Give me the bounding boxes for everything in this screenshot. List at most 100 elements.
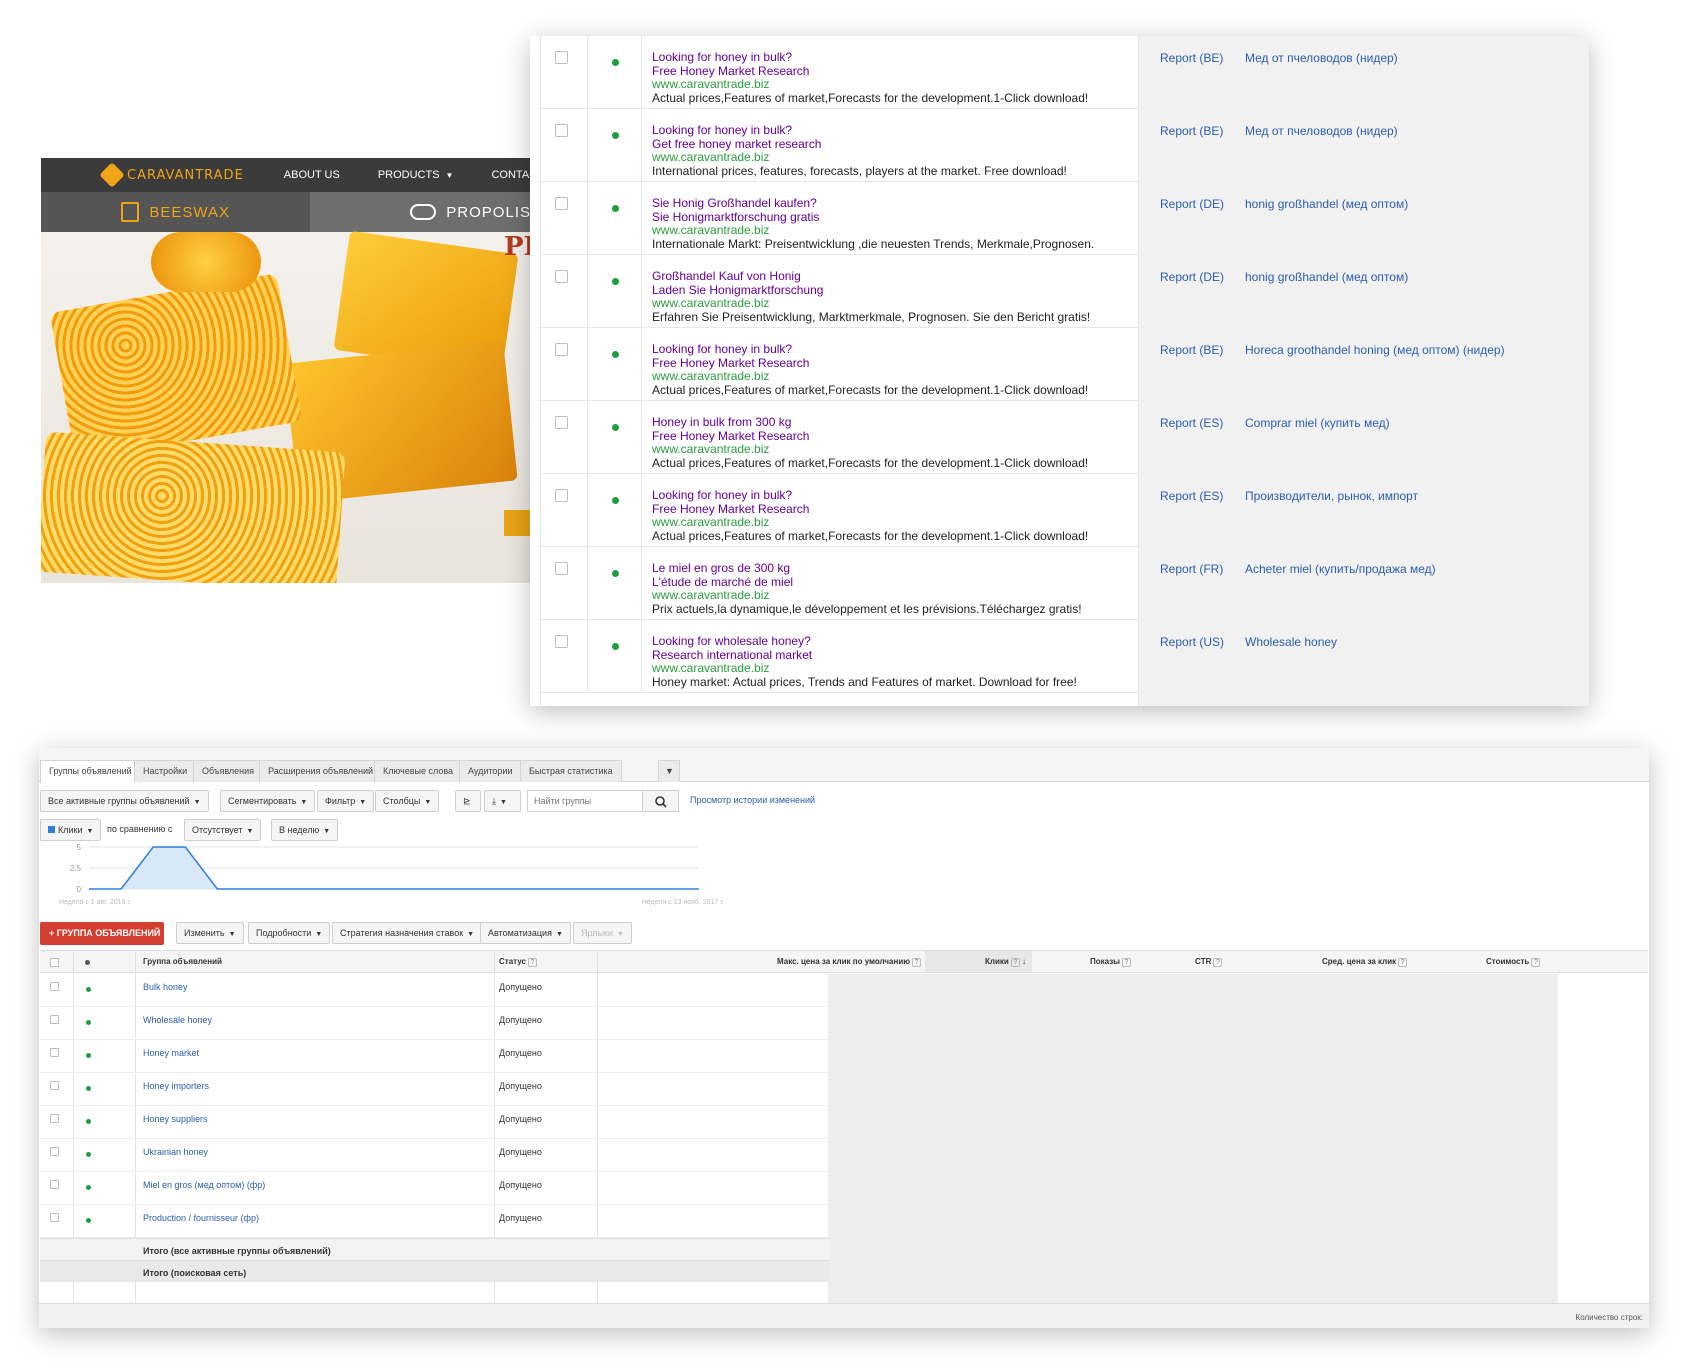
- campaign-link[interactable]: Report (ES): [1160, 416, 1223, 430]
- tab-keywords[interactable]: Ключевые слова: [374, 760, 463, 782]
- nav-contact[interactable]: CONTACT: [491, 169, 531, 181]
- category-beeswax[interactable]: BEESWAX: [41, 192, 311, 232]
- ad-group-link[interactable]: Honey importers: [143, 1081, 209, 1091]
- col-header-max-cpc[interactable]: Макс. цена за клик по умолчанию?: [777, 957, 922, 967]
- ad-preview[interactable]: Sie Honig Großhandel kaufen? Sie Honigmar…: [652, 196, 1094, 252]
- campaign-link[interactable]: Report (DE): [1160, 270, 1224, 284]
- ad-group-link[interactable]: Мед от пчеловодов (нидер): [1245, 51, 1398, 65]
- ad-preview[interactable]: Looking for honey in bulk? Free Honey Mar…: [652, 488, 1088, 544]
- row-checkbox[interactable]: [555, 635, 568, 648]
- row-checkbox[interactable]: [555, 124, 568, 137]
- ad-preview[interactable]: Le miel en gros de 300 kg L'étude de marc…: [652, 561, 1082, 617]
- ad-group-link[interactable]: Acheter miel (купить/продажа мед): [1245, 562, 1436, 576]
- ad-group-link[interactable]: Bulk honey: [143, 982, 188, 992]
- help-icon[interactable]: ?: [1122, 958, 1131, 967]
- download-button[interactable]: ⤓ ▼: [484, 790, 521, 812]
- ad-group-link[interactable]: Wholesale honey: [1245, 635, 1337, 649]
- ad-group-link[interactable]: Honey market: [143, 1048, 199, 1058]
- row-checkbox[interactable]: [555, 270, 568, 283]
- change-history-link[interactable]: Просмотр истории изменений: [690, 795, 815, 805]
- filter-button[interactable]: Фильтр ▼: [317, 790, 375, 812]
- row-checkbox[interactable]: [555, 343, 568, 356]
- tab-settings[interactable]: Настройки: [134, 760, 197, 782]
- row-checkbox[interactable]: [555, 51, 568, 64]
- row-checkbox[interactable]: [50, 1048, 59, 1057]
- ad-group-link[interactable]: Мед от пчеловодов (нидер): [1245, 124, 1398, 138]
- hero-cta-button[interactable]: [504, 510, 531, 536]
- period-dropdown[interactable]: В неделю ▼: [271, 819, 339, 841]
- tab-audiences[interactable]: Аудитории: [459, 760, 522, 782]
- campaign-link[interactable]: Report (FR): [1160, 562, 1223, 576]
- row-checkbox[interactable]: [50, 1015, 59, 1024]
- campaign-link[interactable]: Report (BE): [1160, 343, 1223, 357]
- tab-ads[interactable]: Объявления: [193, 760, 264, 782]
- ad-preview[interactable]: Looking for wholesale honey? Research int…: [652, 634, 1077, 690]
- row-checkbox[interactable]: [50, 982, 59, 991]
- col-header-clicks[interactable]: Клики? ↓: [985, 957, 1026, 967]
- campaign-link[interactable]: Report (BE): [1160, 51, 1223, 65]
- search-button[interactable]: [642, 790, 679, 812]
- col-header-ctr[interactable]: CTR?: [1195, 957, 1223, 967]
- campaign-link[interactable]: Report (BE): [1160, 124, 1223, 138]
- ad-preview[interactable]: Looking for honey in bulk? Free Honey Mar…: [652, 50, 1088, 106]
- metric-dropdown[interactable]: Клики ▼: [40, 819, 102, 841]
- ad-group-link[interactable]: Horeca groothandel honing (мед оптом) (н…: [1245, 343, 1505, 357]
- campaign-link[interactable]: Report (US): [1160, 635, 1224, 649]
- col-header-group[interactable]: Группа объявлений: [143, 957, 222, 966]
- columns-button[interactable]: Столбцы ▼: [375, 790, 440, 812]
- segment-dropdown[interactable]: Сегментировать ▼: [220, 790, 316, 812]
- ad-preview[interactable]: Looking for honey in bulk? Free Honey Mar…: [652, 342, 1088, 398]
- nav-products[interactable]: PRODUCTS ▼: [378, 169, 454, 181]
- col-header-impressions[interactable]: Показы?: [1090, 957, 1131, 967]
- ad-group-link[interactable]: Honey suppliers: [143, 1114, 208, 1124]
- tab-ad-groups[interactable]: Группы объявлений: [40, 760, 141, 783]
- edit-dropdown[interactable]: Изменить ▼: [176, 922, 244, 944]
- help-icon[interactable]: ?: [1010, 958, 1020, 967]
- campaign-link[interactable]: Report (DE): [1160, 197, 1224, 211]
- tab-ad-extensions[interactable]: Расширения объявлений: [259, 760, 383, 782]
- ad-preview[interactable]: Honey in bulk from 300 kg Free Honey Mark…: [652, 415, 1088, 471]
- row-checkbox[interactable]: [50, 1081, 59, 1090]
- ad-group-link[interactable]: honig großhandel (мед оптом): [1245, 270, 1408, 284]
- row-checkbox[interactable]: [50, 1147, 59, 1156]
- category-propolis[interactable]: PROPOLIS: [310, 192, 531, 232]
- help-icon[interactable]: ?: [527, 958, 537, 967]
- search-input[interactable]: [527, 790, 643, 812]
- row-checkbox[interactable]: [50, 1180, 59, 1189]
- ad-group-link[interactable]: Производители, рынок, импорт: [1245, 489, 1418, 503]
- col-header-status[interactable]: Статус?: [499, 957, 537, 967]
- help-icon[interactable]: ?: [1531, 958, 1541, 967]
- col-header-avg-cpc[interactable]: Сред. цена за клик?: [1322, 957, 1408, 967]
- row-checkbox[interactable]: [555, 489, 568, 502]
- ad-group-link[interactable]: Comprar miel (купить мед): [1245, 416, 1390, 430]
- tab-more-dropdown[interactable]: ▼: [658, 760, 680, 782]
- ad-preview[interactable]: Looking for honey in bulk? Get free honey…: [652, 123, 1067, 179]
- labels-dropdown[interactable]: Ярлыки ▼: [573, 922, 632, 944]
- site-logo[interactable]: CARAVANTRADE: [99, 162, 244, 188]
- row-checkbox[interactable]: [50, 1114, 59, 1123]
- ad-preview[interactable]: Großhandel Kauf von Honig Laden Sie Honig…: [652, 269, 1090, 325]
- nav-about[interactable]: ABOUT US: [284, 169, 340, 181]
- row-checkbox[interactable]: [555, 416, 568, 429]
- filter-dropdown[interactable]: Все активные группы объявлений ▼: [40, 790, 209, 812]
- help-icon[interactable]: ?: [1398, 958, 1408, 967]
- tab-quick-stats[interactable]: Быстрая статистика: [520, 760, 622, 782]
- chart-toggle-button[interactable]: ⊵: [455, 790, 481, 812]
- help-icon[interactable]: ?: [912, 958, 922, 967]
- bid-strategy-dropdown[interactable]: Стратегия назначения ставок ▼: [332, 922, 483, 944]
- ad-group-link[interactable]: Ukrainian honey: [143, 1147, 208, 1157]
- ad-group-link[interactable]: honig großhandel (мед оптом): [1245, 197, 1408, 211]
- col-header-cost[interactable]: Стоимость?: [1486, 957, 1541, 967]
- details-dropdown[interactable]: Подробности ▼: [248, 922, 331, 944]
- automation-dropdown[interactable]: Автоматизация ▼: [480, 922, 571, 944]
- help-icon[interactable]: ?: [1213, 958, 1223, 967]
- compare-dropdown[interactable]: Отсутствует ▼: [184, 819, 262, 841]
- ad-group-link[interactable]: Wholesale honey: [143, 1015, 212, 1025]
- ad-group-link[interactable]: Miel en gros (мед оптом) (фр): [143, 1180, 265, 1190]
- row-checkbox[interactable]: [555, 562, 568, 575]
- ad-group-link[interactable]: Production / fournisseur (фр): [143, 1213, 259, 1223]
- select-all-checkbox[interactable]: [50, 958, 59, 967]
- campaign-link[interactable]: Report (ES): [1160, 489, 1223, 503]
- row-checkbox[interactable]: [50, 1213, 59, 1222]
- row-checkbox[interactable]: [555, 197, 568, 210]
